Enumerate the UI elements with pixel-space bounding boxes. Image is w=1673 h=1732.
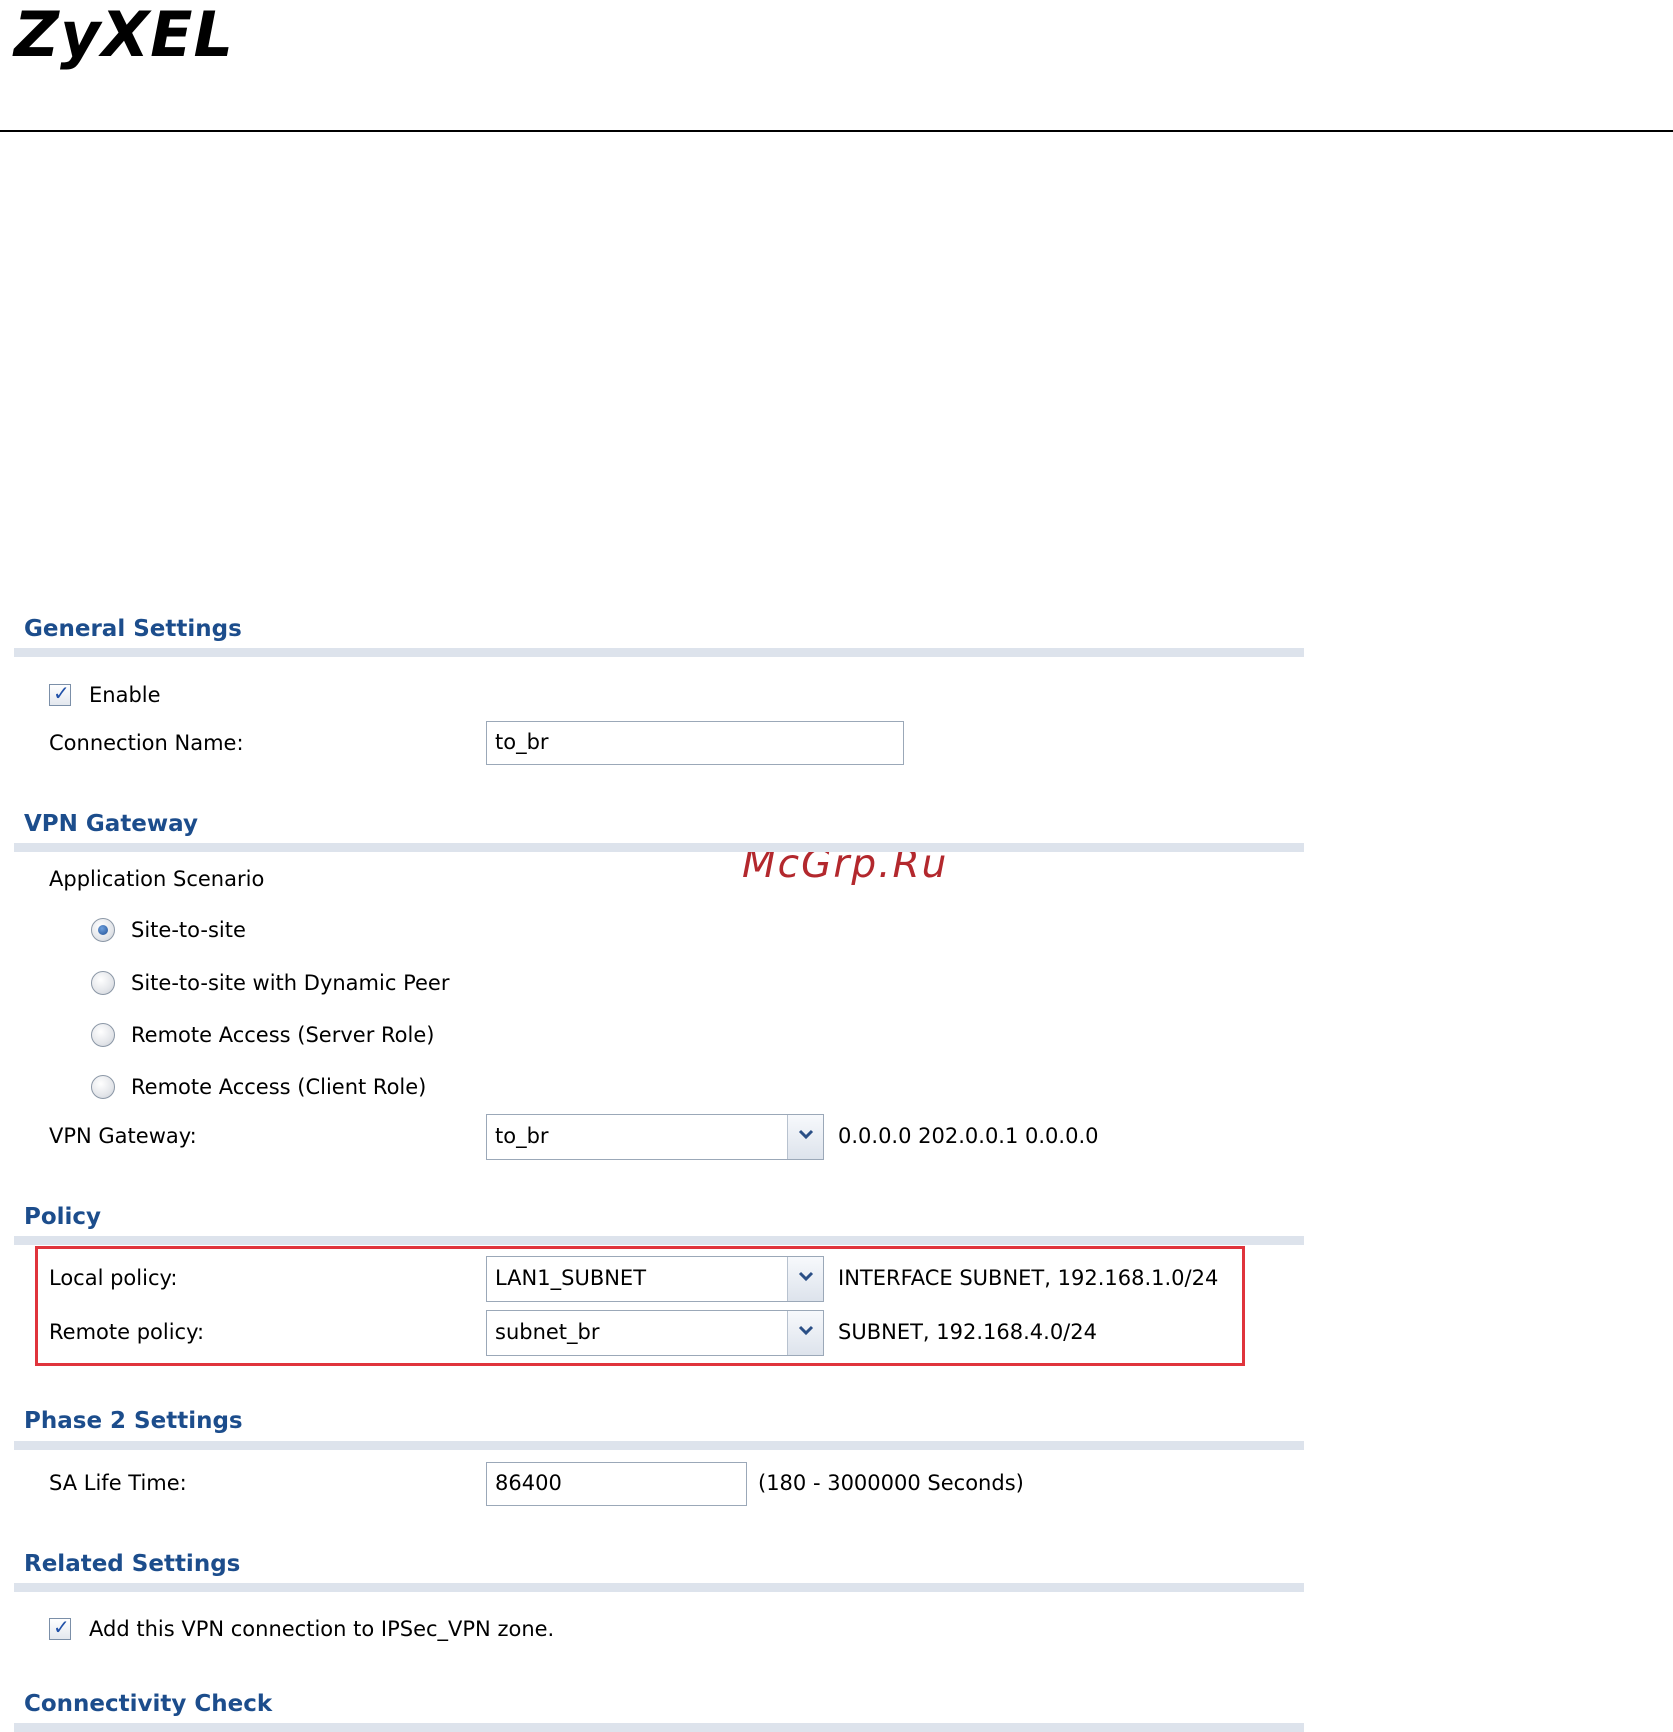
section-title-vpn-gateway: VPN Gateway bbox=[24, 811, 198, 837]
section-divider bbox=[14, 1236, 1304, 1245]
section-divider bbox=[14, 843, 1304, 852]
section-title-connectivity-check: Connectivity Check bbox=[24, 1691, 273, 1717]
enable-label: Enable bbox=[89, 683, 161, 707]
section-divider bbox=[14, 648, 1304, 657]
enable-checkbox[interactable]: ✓ bbox=[49, 681, 71, 706]
section-divider bbox=[14, 1583, 1304, 1592]
dropdown-button[interactable] bbox=[787, 1311, 823, 1355]
remote-policy-select-value: subnet_br bbox=[495, 1320, 600, 1344]
radio-label-site-to-site: Site-to-site bbox=[131, 918, 246, 942]
radio-site-to-site-dynamic-peer[interactable] bbox=[91, 971, 115, 995]
connection-name-input[interactable]: to_br bbox=[486, 721, 904, 765]
radio-label-remote-access-client: Remote Access (Client Role) bbox=[131, 1075, 427, 1099]
remote-policy-info: SUBNET, 192.168.4.0/24 bbox=[838, 1320, 1097, 1344]
vpn-gateway-select[interactable]: to_br bbox=[486, 1114, 824, 1160]
remote-policy-select[interactable]: subnet_br bbox=[486, 1310, 824, 1356]
section-title-policy: Policy bbox=[24, 1204, 102, 1230]
check-icon: ✓ bbox=[53, 1615, 70, 1639]
sa-life-time-input[interactable]: 86400 bbox=[486, 1462, 747, 1506]
radio-label-remote-access-server: Remote Access (Server Role) bbox=[131, 1023, 435, 1047]
ipsec-zone-checkbox[interactable]: ✓ bbox=[49, 1615, 71, 1640]
remote-policy-label: Remote policy: bbox=[49, 1320, 205, 1344]
section-title-general-settings: General Settings bbox=[24, 616, 242, 642]
header-divider bbox=[0, 130, 1673, 132]
application-scenario-label: Application Scenario bbox=[49, 867, 265, 891]
connection-name-label: Connection Name: bbox=[49, 731, 244, 755]
section-title-phase-2-settings: Phase 2 Settings bbox=[24, 1408, 243, 1434]
local-policy-info: INTERFACE SUBNET, 192.168.1.0/24 bbox=[838, 1266, 1219, 1290]
chevron-down-icon bbox=[798, 1271, 814, 1282]
vpn-gateway-select-value: to_br bbox=[495, 1124, 549, 1148]
local-policy-label: Local policy: bbox=[49, 1266, 178, 1290]
chevron-down-icon bbox=[798, 1325, 814, 1336]
zyxel-logo: ZyXEL bbox=[14, 0, 235, 71]
radio-remote-access-client[interactable] bbox=[91, 1075, 115, 1099]
local-policy-select[interactable]: LAN1_SUBNET bbox=[486, 1256, 824, 1302]
local-policy-select-value: LAN1_SUBNET bbox=[495, 1266, 647, 1290]
vpn-gateway-label: VPN Gateway: bbox=[49, 1124, 197, 1148]
radio-remote-access-server[interactable] bbox=[91, 1023, 115, 1047]
section-divider bbox=[14, 1723, 1304, 1732]
dropdown-button[interactable] bbox=[787, 1257, 823, 1301]
radio-label-site-to-site-dynamic-peer: Site-to-site with Dynamic Peer bbox=[131, 971, 450, 995]
sa-life-time-label: SA Life Time: bbox=[49, 1471, 187, 1495]
vpn-gateway-info: 0.0.0.0 202.0.0.1 0.0.0.0 bbox=[838, 1124, 1099, 1148]
sa-life-time-range: (180 - 3000000 Seconds) bbox=[758, 1471, 1024, 1495]
section-title-related-settings: Related Settings bbox=[24, 1551, 241, 1577]
dropdown-button[interactable] bbox=[787, 1115, 823, 1159]
chevron-down-icon bbox=[798, 1129, 814, 1140]
check-icon: ✓ bbox=[53, 681, 70, 705]
section-divider bbox=[14, 1441, 1304, 1450]
ipsec-zone-label: Add this VPN connection to IPSec_VPN zon… bbox=[89, 1617, 555, 1641]
radio-site-to-site[interactable] bbox=[91, 918, 115, 942]
